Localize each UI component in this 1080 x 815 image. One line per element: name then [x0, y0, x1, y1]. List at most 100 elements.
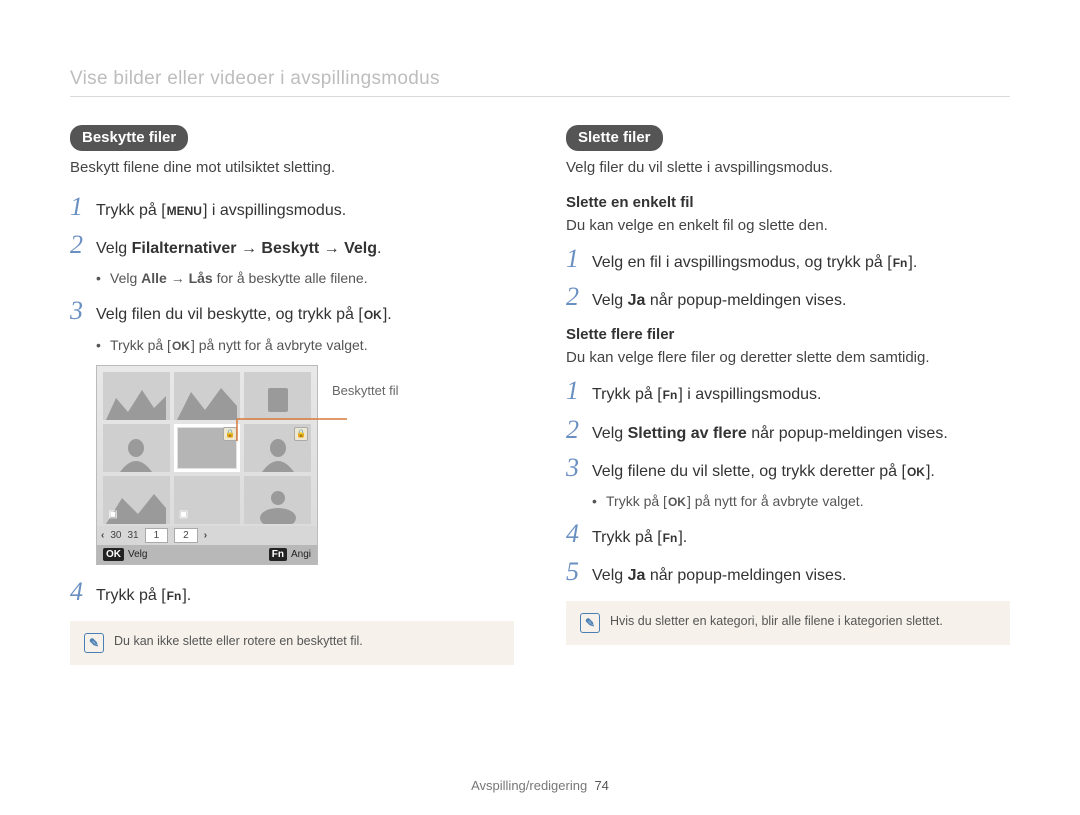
page-footer: Avspilling/redigering 74 [0, 778, 1080, 793]
step-text: Trykk på [Fn]. [96, 584, 514, 607]
protect-step-4: 4 Trykk på [Fn]. [70, 579, 514, 607]
step-text: Velg Sletting av flere når popup-melding… [592, 422, 1010, 445]
left-column: Beskytte filer Beskytt filene dine mot u… [70, 125, 514, 665]
callout-label: Beskyttet fil [332, 383, 398, 398]
chevron-left-icon: ‹ [101, 530, 104, 541]
thumbnail-grid: ▣ ▣ [97, 366, 317, 526]
delete-multi-step-3-sub: • Trykk på [OK] på nytt for å avbryte va… [592, 493, 1010, 509]
date-value: 31 [127, 530, 138, 541]
delete-multi-step-5: 5 Velg Ja når popup-meldingen vises. [566, 559, 1010, 587]
note-text: Du kan ikke slette eller rotere en besky… [114, 633, 363, 651]
screenshot-bottom-bar: OKVelg FnAngi [97, 545, 317, 564]
bullet-icon: • [96, 337, 110, 353]
fn-icon: Fn [662, 387, 679, 404]
thumb-cell [103, 372, 170, 420]
step-text: Velg filene du vil slette, og trykk dere… [592, 460, 1010, 483]
ok-icon: OK [363, 307, 383, 324]
thumb-cell [244, 476, 311, 524]
step-text: Velg Filalternativer → Beskytt → Velg. [96, 237, 514, 260]
protect-step-3: 3 Velg filen du vil beskytte, og trykk p… [70, 298, 514, 326]
footer-section: Avspilling/redigering [471, 778, 587, 793]
step-number: 1 [566, 246, 592, 272]
protect-note: ✎ Du kan ikke slette eller rotere en bes… [70, 621, 514, 665]
ok-icon: OK [667, 495, 687, 509]
protect-step-1: 1 Trykk på [MENU] i avspillingsmodus. [70, 194, 514, 222]
page-box: 1 [145, 528, 169, 543]
step-text: Trykk på [Fn] i avspillingsmodus. [592, 383, 1010, 406]
ok-icon: OK [171, 339, 191, 353]
thumb-cell: ▣ [103, 476, 170, 524]
step-number: 3 [70, 298, 96, 324]
date-pager: ‹ 30 31 1 2 › [97, 526, 317, 545]
fn-icon: Fn [662, 530, 679, 547]
delete-multi-lead: Du kan velge flere filer og deretter sle… [566, 349, 1010, 366]
fn-icon: Fn [892, 255, 909, 272]
thumb-cell [103, 424, 170, 472]
note-text: Hvis du sletter en kategori, blir alle f… [610, 613, 943, 631]
delete-single-steps: 1 Velg en fil i avspillingsmodus, og try… [566, 246, 1010, 312]
protect-lead: Beskytt filene dine mot utilsiktet slett… [70, 159, 514, 176]
thumb-cell [174, 372, 241, 420]
delete-multi-step-2: 2 Velg Sletting av flere når popup-meldi… [566, 417, 1010, 445]
protect-screenshot: ▣ ▣ ‹ 30 31 1 2 › OKVelg FnAngi [96, 365, 514, 565]
delete-multi-steps: 1 Trykk på [Fn] i avspillingsmodus. 2 Ve… [566, 378, 1010, 587]
step-text: Velg en fil i avspillingsmodus, og trykk… [592, 251, 1010, 274]
date-value: 30 [110, 530, 121, 541]
video-badge-icon: ▣ [107, 509, 119, 521]
delete-multi-step-4: 4 Trykk på [Fn]. [566, 521, 1010, 549]
step-text: Trykk på [Fn]. [592, 526, 1010, 549]
bullet-icon: • [592, 493, 606, 509]
info-icon: ✎ [580, 613, 600, 633]
step-text: Velg filen du vil beskytte, og trykk på … [96, 303, 514, 326]
thumb-cell: ▣ [174, 476, 241, 524]
right-column: Slette filer Velg filer du vil slette i … [566, 125, 1010, 665]
protect-steps-cont: 4 Trykk på [Fn]. [70, 579, 514, 607]
ok-icon: OK [906, 464, 926, 481]
page-box: 2 [174, 528, 198, 543]
step-text: Velg Ja når popup-meldingen vises. [592, 289, 1010, 312]
fn-action: FnAngi [269, 549, 311, 560]
step-number: 1 [70, 194, 96, 220]
video-badge-icon: ▣ [178, 509, 190, 521]
info-icon: ✎ [84, 633, 104, 653]
step-number: 5 [566, 559, 592, 585]
delete-multi-heading: Slette flere filer [566, 326, 1010, 343]
protect-steps: 1 Trykk på [MENU] i avspillingsmodus. 2 … [70, 194, 514, 353]
delete-lead: Velg filer du vil slette i avspillingsmo… [566, 159, 1010, 176]
thumb-cell [244, 424, 311, 472]
step-number: 2 [566, 417, 592, 443]
step-number: 4 [566, 521, 592, 547]
delete-multi-step-3: 3 Velg filene du vil slette, og trykk de… [566, 455, 1010, 483]
step-number: 2 [70, 232, 96, 258]
page-title: Vise bilder eller videoer i avspillingsm… [70, 68, 1010, 90]
section-pill-protect: Beskytte filer [70, 125, 188, 151]
bullet-icon: • [96, 270, 110, 286]
delete-note: ✎ Hvis du sletter en kategori, blir alle… [566, 601, 1010, 645]
delete-single-lead: Du kan velge en enkelt fil og slette den… [566, 217, 1010, 234]
title-rule [70, 96, 1010, 97]
protect-step-3-sub: • Trykk på [OK] på nytt for å avbryte va… [96, 337, 514, 353]
lock-icon [223, 427, 237, 441]
lock-icon [294, 427, 308, 441]
footer-page-number: 74 [594, 778, 608, 793]
ok-action: OKVelg [103, 549, 147, 560]
thumb-cell [244, 372, 311, 420]
step-number: 3 [566, 455, 592, 481]
step-number: 2 [566, 284, 592, 310]
delete-single-step-2: 2 Velg Ja når popup-meldingen vises. [566, 284, 1010, 312]
protect-step-2: 2 Velg Filalternativer → Beskytt → Velg. [70, 232, 514, 260]
delete-multi-step-1: 1 Trykk på [Fn] i avspillingsmodus. [566, 378, 1010, 406]
step-number: 4 [70, 579, 96, 605]
step-text: Velg Ja når popup-meldingen vises. [592, 564, 1010, 587]
step-text: Trykk på [MENU] i avspillingsmodus. [96, 199, 514, 222]
step-number: 1 [566, 378, 592, 404]
menu-icon: MENU [166, 203, 203, 220]
protect-step-2-sub: • Velg Alle → Lås for å beskytte alle fi… [96, 270, 514, 286]
two-column-layout: Beskytte filer Beskytt filene dine mot u… [70, 125, 1010, 665]
thumbnail-grid-screenshot: ▣ ▣ ‹ 30 31 1 2 › OKVelg FnAngi [96, 365, 318, 565]
fn-icon: Fn [166, 588, 183, 605]
chevron-right-icon: › [204, 530, 207, 541]
delete-single-step-1: 1 Velg en fil i avspillingsmodus, og try… [566, 246, 1010, 274]
thumb-cell-selected [174, 424, 241, 472]
section-pill-delete: Slette filer [566, 125, 663, 151]
